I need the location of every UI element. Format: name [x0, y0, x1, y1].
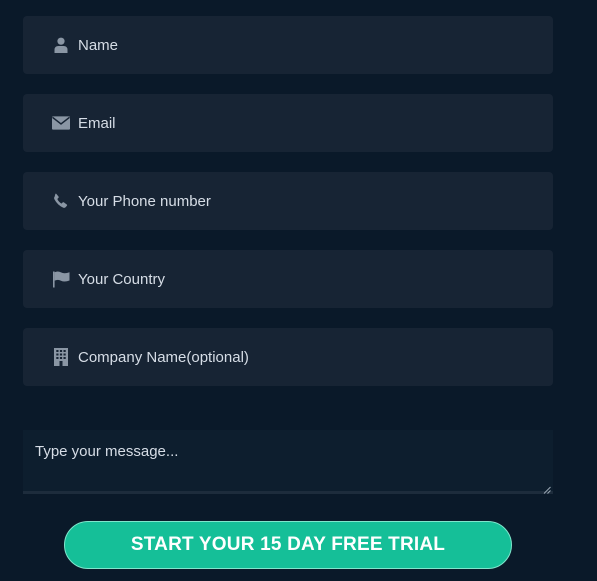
envelope-icon [52, 114, 70, 132]
phone-field-container [23, 172, 553, 230]
building-icon [52, 348, 70, 366]
phone-icon [52, 192, 70, 210]
message-textarea[interactable] [23, 430, 553, 491]
message-field-container [23, 430, 553, 494]
email-field-container [23, 94, 553, 152]
country-field-container [23, 250, 553, 308]
signup-form: START YOUR 15 DAY FREE TRIAL [0, 0, 597, 581]
flag-icon [52, 270, 70, 288]
user-icon [52, 36, 70, 54]
name-field-container [23, 16, 553, 74]
company-field-container [23, 328, 553, 386]
start-free-trial-button[interactable]: START YOUR 15 DAY FREE TRIAL [64, 521, 512, 569]
phone-input[interactable] [78, 172, 541, 230]
resize-handle-icon[interactable] [543, 481, 551, 494]
company-input[interactable] [78, 328, 541, 386]
email-input[interactable] [78, 94, 541, 152]
name-input[interactable] [78, 16, 541, 74]
country-input[interactable] [78, 250, 541, 308]
